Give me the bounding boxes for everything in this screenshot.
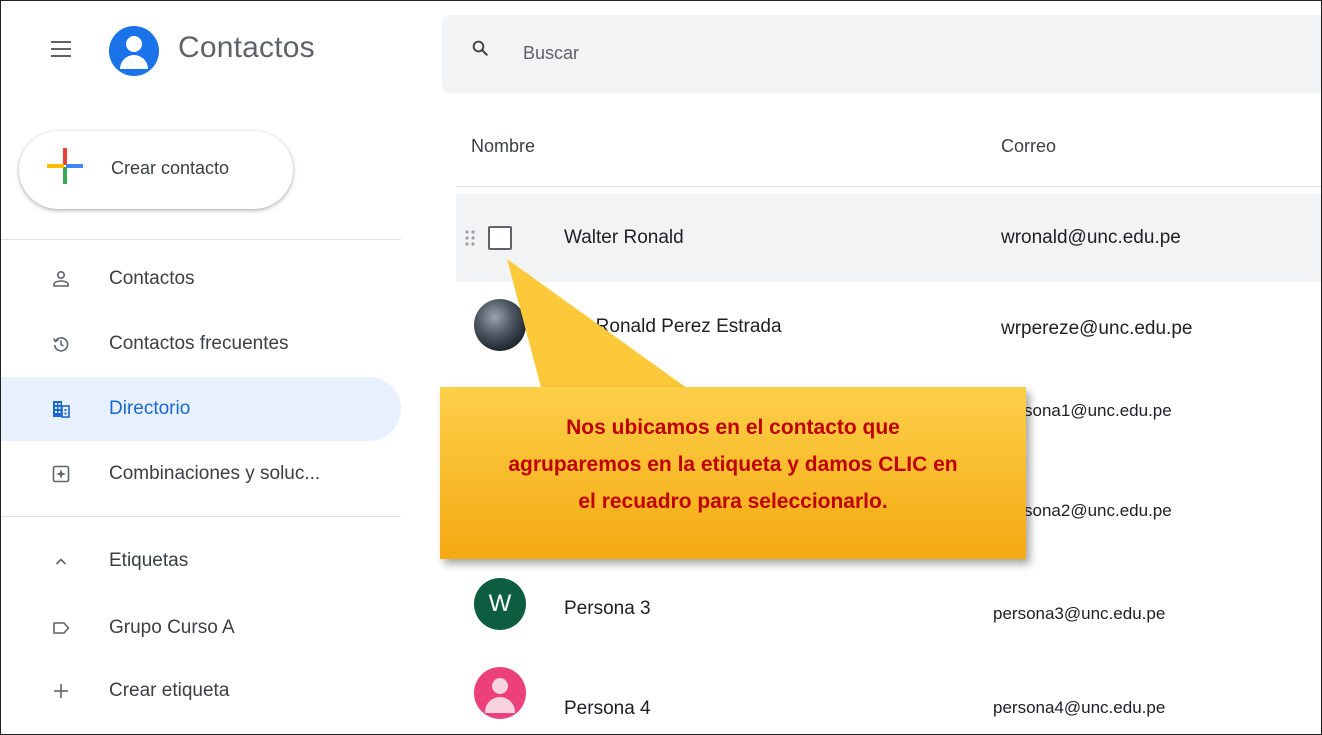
search-input[interactable] [521,34,1125,72]
app-title: Contactos [178,31,315,64]
row-select-checkbox[interactable] [488,226,512,250]
search-icon[interactable] [471,39,489,57]
sidebar-item-label: Crear etiqueta [109,680,230,701]
table-header-divider [456,186,1321,187]
sidebar-item-label: Grupo Curso A [109,617,235,638]
sidebar-item-label: Contactos frecuentes [109,333,289,354]
sidebar-item-contacts[interactable]: Contactos [1,247,401,311]
callout-box: Nos ubicamos en el contacto que agrupare… [440,387,1026,559]
contact-email: wronald@unc.edu.pe [1001,227,1181,248]
contact-name: Walter Ronald [564,227,684,248]
avatar [474,299,526,351]
labels-section-header[interactable]: Etiquetas [1,529,401,593]
merge-fix-icon [52,465,70,483]
contact-email: sona2@unc.edu.pe [1024,501,1172,520]
sidebar-item-merge-fix[interactable]: Combinaciones y soluc... [1,442,401,506]
labels-section-title: Etiquetas [109,550,189,571]
column-header-name[interactable]: Nombre [471,136,535,157]
drag-handle-icon[interactable] [464,228,476,248]
history-icon [52,337,69,352]
avatar: W [474,578,526,630]
chevron-up-icon [55,558,67,565]
table-row[interactable]: W Persona 3 persona3@unc.edu.pe [456,564,1321,652]
sidebar-item-label: Directorio [109,398,191,419]
app-window: Contactos Crear contacto Contactos Conta… [0,0,1322,735]
colored-plus-icon [47,148,83,184]
create-label-button[interactable]: Crear etiqueta [1,659,401,723]
sidebar-item-label: Combinaciones y soluc... [109,463,321,484]
plus-icon [54,684,68,698]
contact-email: wrpereze@unc.edu.pe [1001,318,1193,339]
table-row[interactable]: Persona 4 persona4@unc.edu.pe [456,650,1321,734]
callout-line: Nos ubicamos en el contacto que [566,416,900,439]
sidebar-divider [1,516,401,517]
hamburger-menu-icon[interactable] [51,41,71,57]
table-row[interactable]: lter Ronald Perez Estrada wrpereze@unc.e… [456,284,1321,372]
column-header-email[interactable]: Correo [1001,136,1056,157]
callout-line: el recuadro para seleccionarlo. [578,490,888,513]
contacts-logo-icon [109,26,159,76]
callout-line: agruparemos en la etiqueta y damos CLIC … [508,453,958,476]
contact-name: lter Ronald Perez Estrada [564,316,782,337]
contact-name: Persona 4 [564,698,651,719]
sidebar-item-label: Contactos [109,268,195,289]
create-contact-label: Crear contacto [111,158,230,178]
callout-text: Nos ubicamos en el contacto que agrupare… [440,409,1026,520]
person-outline-icon [53,270,69,287]
sidebar-item-directory[interactable]: Directorio [1,377,401,441]
building-icon [53,401,70,418]
sidebar-divider [1,239,401,240]
contact-email: persona4@unc.edu.pe [993,698,1166,717]
sidebar-item-frequent[interactable]: Contactos frecuentes [1,312,401,376]
label-icon [53,622,70,634]
table-row[interactable]: Walter Ronald wronald@unc.edu.pe [456,194,1321,282]
contact-email: persona3@unc.edu.pe [993,604,1166,623]
sidebar-item-label-group[interactable]: Grupo Curso A [1,596,401,660]
contact-name: Persona 3 [564,598,651,619]
person-icon [474,667,526,719]
contact-email: sona1@unc.edu.pe [1024,401,1172,420]
